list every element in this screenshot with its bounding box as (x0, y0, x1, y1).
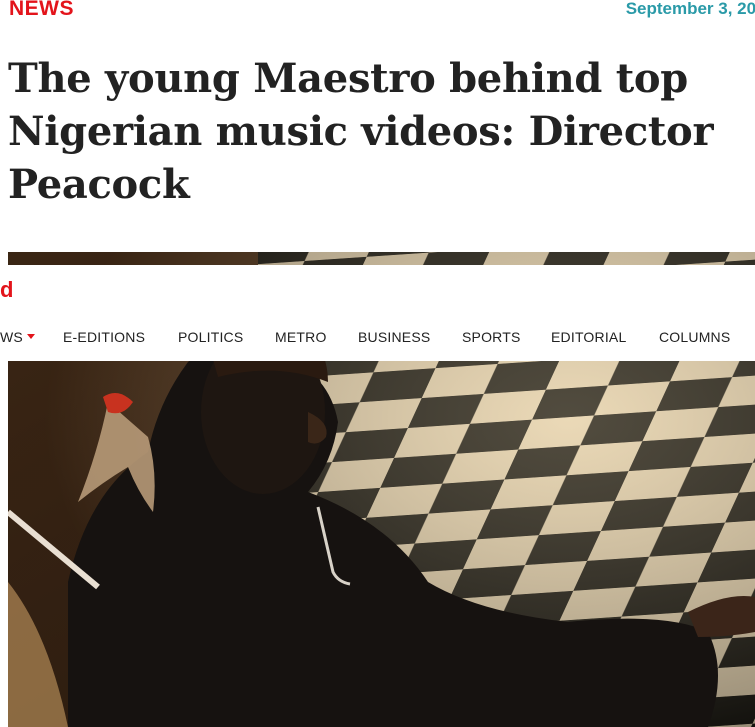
caret-down-icon[interactable] (26, 333, 35, 339)
section-label[interactable]: NEWS (9, 0, 74, 21)
nav-item-e-editions[interactable]: E-EDITIONS (63, 329, 145, 345)
article-headline: The young Maestro behind top Nigerian mu… (8, 55, 714, 208)
nav-item-columns[interactable]: COLUMNS (659, 329, 730, 345)
article-meta-bar: NEWS September 3, 2024 (0, 0, 755, 24)
main-nav: WS E-EDITIONS POLITICS METRO BUSINESS SP… (0, 329, 755, 349)
nav-item-news[interactable]: WS (0, 329, 35, 345)
publish-date: September 3, 2024 (625, 0, 755, 18)
nav-item-metro[interactable]: METRO (275, 329, 327, 345)
site-logo[interactable]: d (0, 277, 13, 303)
nav-item-label: WS (0, 329, 23, 345)
nav-item-sports[interactable]: SPORTS (462, 329, 521, 345)
nav-item-editorial[interactable]: EDITORIAL (551, 329, 626, 345)
sticky-header: d WS E-EDITIONS POLITICS METRO BUSINESS … (0, 265, 755, 361)
nav-item-business[interactable]: BUSINESS (358, 329, 430, 345)
nav-item-politics[interactable]: POLITICS (178, 329, 243, 345)
